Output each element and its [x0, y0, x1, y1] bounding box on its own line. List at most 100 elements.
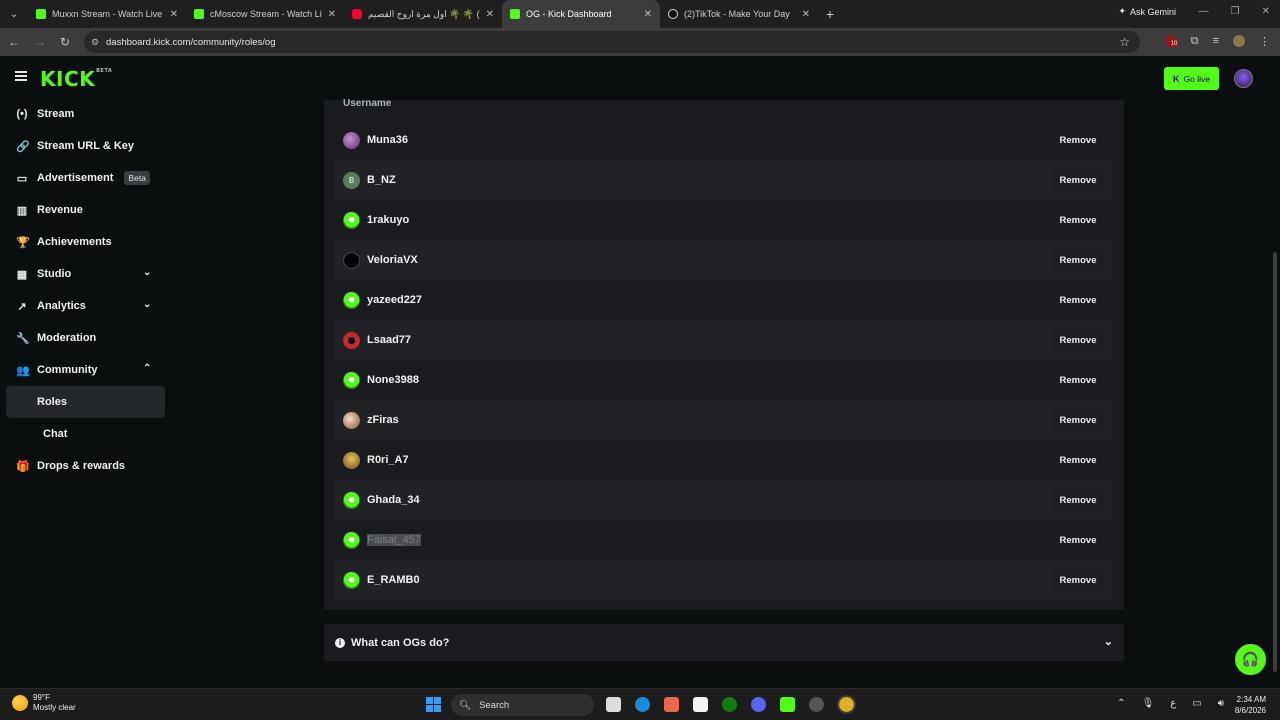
remove-button[interactable]: Remove — [1052, 168, 1104, 192]
username-link[interactable]: VeloriaVX — [367, 254, 418, 266]
browser-tab[interactable]: Muxxn Stream - Watch Live on ✕ — [28, 0, 186, 28]
extension-badge-icon[interactable]: 10 — [1164, 35, 1179, 50]
reading-list-icon[interactable]: ≡ — [1213, 35, 1219, 50]
forward-icon[interactable]: → — [34, 35, 46, 49]
username-link[interactable]: E_RAMB0 — [367, 574, 420, 586]
kick-app-icon[interactable] — [780, 697, 795, 712]
weather-widget[interactable]: 99°F Mostly clear — [12, 693, 76, 713]
username-link[interactable]: Ghada_34 — [367, 494, 420, 506]
remove-button[interactable]: Remove — [1052, 328, 1104, 352]
username-link[interactable]: Muna36 — [367, 134, 408, 146]
remove-button[interactable]: Remove — [1052, 128, 1104, 152]
close-tab-icon[interactable]: ✕ — [486, 9, 494, 20]
chrome-icon[interactable] — [837, 695, 856, 714]
username-link[interactable]: Lsaad77 — [367, 334, 411, 346]
remove-button[interactable]: Remove — [1052, 528, 1104, 552]
sidebar-item-revenue[interactable]: ▥ Revenue — [0, 194, 172, 226]
browser-tab[interactable]: (2)TikTok - Make Your Day ✕ — [660, 0, 818, 28]
sidebar-item-advertisement[interactable]: ▭ Advertisement Beta — [0, 162, 172, 194]
username-link[interactable]: None3988 — [367, 374, 419, 386]
microphone-icon[interactable]: 🎙︎ — [1142, 698, 1155, 709]
close-tab-icon[interactable]: ✕ — [644, 9, 652, 20]
og-users-panel: Username Muna36 Remove B B_NZ Remove 1rak… — [324, 98, 1124, 610]
og-faq-accordion[interactable]: i What can OGs do? ⌄ — [324, 624, 1124, 661]
table-row: E_RAMB0 Remove — [335, 560, 1112, 600]
bookmark-star-icon[interactable]: ☆ — [1119, 35, 1130, 49]
chevron-up-icon[interactable]: ⌃ — [1117, 698, 1125, 709]
remove-button[interactable]: Remove — [1052, 208, 1104, 232]
taskbar-search[interactable]: 🔍︎ Search — [451, 694, 594, 716]
remove-button[interactable]: Remove — [1052, 248, 1104, 272]
store-icon[interactable] — [693, 697, 708, 712]
close-tab-icon[interactable]: ✕ — [328, 9, 336, 20]
site-info-icon[interactable]: ⚙ — [91, 37, 99, 48]
remove-button[interactable]: Remove — [1052, 408, 1104, 432]
link-icon: 🔗 — [16, 140, 30, 153]
kick-logo[interactable]: KICKBETA — [40, 67, 112, 91]
new-tab-button[interactable]: + — [818, 6, 842, 22]
browser-tab[interactable]: اول مرة اروح القصيم ‎🌴 🌴 ‎(1) ✕ — [344, 0, 502, 28]
chevron-down-icon: ⌄ — [1103, 636, 1113, 648]
sidebar-item-stream[interactable]: (•) Stream — [0, 98, 172, 130]
address-bar[interactable]: ⚙ dashboard.kick.com/community/roles/og … — [84, 31, 1140, 53]
edge-icon[interactable] — [635, 697, 650, 712]
close-tab-icon[interactable]: ✕ — [170, 9, 178, 20]
sidebar-subitem-roles[interactable]: Roles — [6, 386, 165, 418]
close-window-icon[interactable]: ✕ — [1262, 6, 1270, 17]
remove-button[interactable]: Remove — [1052, 568, 1104, 592]
taskbar-clock[interactable]: 2:34 AM 8/6/2026 — [1235, 694, 1266, 716]
close-tab-icon[interactable]: ✕ — [802, 9, 810, 20]
remove-button[interactable]: Remove — [1052, 448, 1104, 472]
go-live-label: Go live — [1183, 73, 1210, 84]
ask-gemini-button[interactable]: ✦ Ask Gemini — [1118, 6, 1176, 17]
back-icon[interactable]: ← — [8, 35, 20, 49]
profile-avatar-icon[interactable] — [1233, 35, 1245, 47]
username-link[interactable]: zFiras — [367, 414, 399, 426]
kick-k-icon: K — [1173, 73, 1180, 84]
remove-button[interactable]: Remove — [1052, 288, 1104, 312]
browser-tab[interactable]: OG - Kick Dashboard ✕ — [502, 0, 660, 28]
extensions-puzzle-icon[interactable]: ⧉ — [1191, 35, 1199, 50]
avatar — [343, 531, 360, 549]
sidebar-item-community[interactable]: 👥 Community ⌃ — [0, 354, 172, 386]
network-icon[interactable]: ▭ — [1192, 698, 1201, 709]
discord-icon[interactable] — [751, 697, 766, 712]
sidebar-item-label: Achievements — [37, 236, 112, 248]
help-support-button[interactable]: 🎧 — [1235, 644, 1266, 675]
reload-icon[interactable]: ↻ — [60, 35, 70, 49]
analytics-icon: ↗ — [17, 300, 27, 313]
gear-icon[interactable] — [809, 697, 824, 712]
windows-start-icon[interactable] — [426, 697, 441, 712]
browser-tab[interactable]: cMoscow Stream - Watch Live o ✕ — [186, 0, 344, 28]
username-link[interactable]: yazeed227 — [367, 294, 422, 306]
sidebar-item-moderation[interactable]: 🔧 Moderation — [0, 322, 172, 354]
username-link[interactable]: B_NZ — [367, 174, 396, 186]
xbox-icon[interactable] — [722, 697, 737, 712]
page-scrollbar[interactable] — [1273, 252, 1277, 672]
copilot-icon[interactable] — [664, 697, 679, 712]
sidebar-item-achievements[interactable]: 🏆 Achievements — [0, 226, 172, 258]
user-avatar[interactable] — [1234, 69, 1253, 88]
file-explorer-icon[interactable] — [606, 697, 621, 712]
minimize-icon[interactable]: — — [1199, 6, 1209, 17]
sidebar-item-drops-rewards[interactable]: 🎁 Drops & rewards — [0, 450, 172, 482]
tab-search-chevron-icon[interactable]: ⌄ — [0, 0, 28, 28]
sidebar-item-analytics[interactable]: ↗ Analytics ⌄ — [0, 290, 172, 322]
weather-temp: 99°F — [33, 693, 50, 702]
volume-icon[interactable]: 🔊︎ — [1218, 698, 1224, 709]
username-link[interactable]: Faisal_457 — [367, 534, 421, 546]
username-link[interactable]: 1rakuyo — [367, 214, 409, 226]
browser-menu-icon[interactable]: ⋮ — [1259, 35, 1270, 50]
hamburger-menu-icon[interactable] — [15, 71, 27, 81]
restore-icon[interactable]: ❐ — [1231, 6, 1240, 17]
sidebar-item-studio[interactable]: ▦ Studio ⌄ — [0, 258, 172, 290]
sidebar-item-stream-url-key[interactable]: 🔗 Stream URL & Key — [0, 130, 172, 162]
remove-button[interactable]: Remove — [1052, 488, 1104, 512]
username-link[interactable]: R0ri_A7 — [367, 454, 409, 466]
language-indicator[interactable]: ع — [1170, 698, 1176, 709]
ad-window-icon: ▭ — [16, 172, 28, 185]
chevron-down-icon: ⌄ — [143, 299, 152, 310]
go-live-button[interactable]: K Go live — [1164, 67, 1219, 90]
sidebar-subitem-chat[interactable]: Chat — [6, 418, 165, 450]
remove-button[interactable]: Remove — [1052, 368, 1104, 392]
